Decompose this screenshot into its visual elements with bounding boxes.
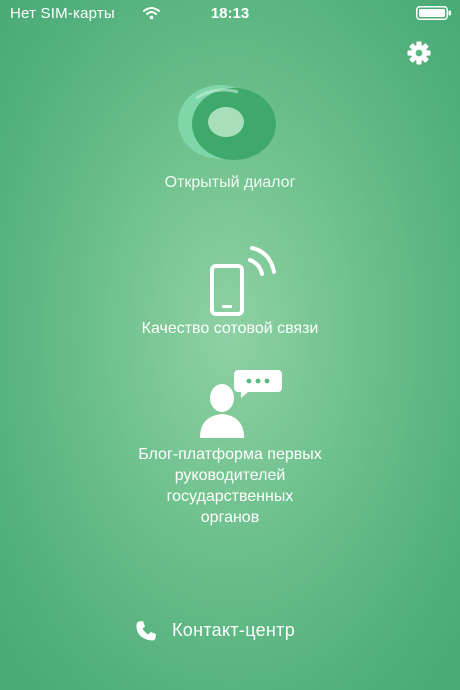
contact-center-label: Контакт-центр (172, 620, 296, 640)
status-bar: Нет SIM-карты 18:13 (0, 0, 460, 28)
menu-item-open-dialog[interactable]: Открытый диалог (60, 84, 400, 204)
menu-item-cellular-quality[interactable]: Качество сотовой связи (60, 238, 400, 348)
contact-center-button[interactable]: Контакт-центр (120, 612, 340, 648)
menu-label-open-dialog: Открытый диалог (164, 174, 296, 191)
app-screen: Нет SIM-карты 18:13 Открытый диалог Каче… (0, 0, 460, 690)
menu-label-blog-platform: Блог-платформа первых руководителей госу… (138, 446, 322, 526)
phone-signal-icon (210, 246, 276, 316)
gear-icon (407, 41, 431, 65)
battery-icon (416, 6, 451, 20)
menu-item-blog-platform[interactable]: Блог-платформа первых руководителей госу… (60, 368, 400, 526)
user-chat-icon (200, 370, 282, 438)
menu-label-cellular-quality: Качество сотовой связи (141, 320, 319, 337)
status-time: 18:13 (210, 5, 250, 22)
phone-icon (136, 621, 156, 641)
settings-button[interactable] (404, 38, 434, 68)
open-dialog-logo (178, 85, 276, 160)
